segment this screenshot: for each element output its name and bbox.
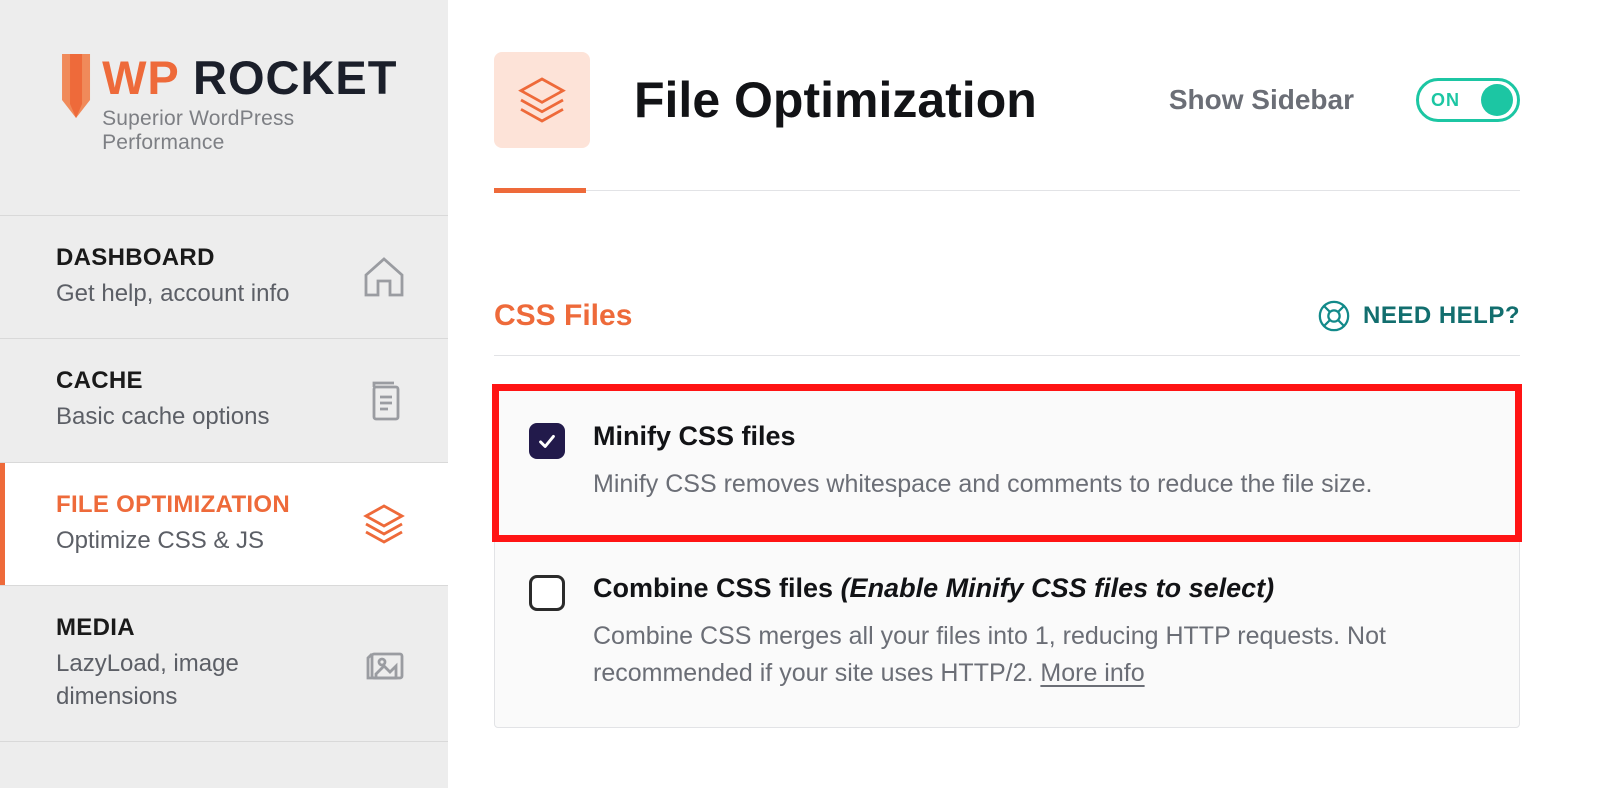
tab-divider (494, 190, 1520, 191)
rocket-logo-icon (56, 54, 96, 128)
logo-tagline: Superior WordPress Performance (102, 107, 408, 155)
sidebar-item-desc: Optimize CSS & JS (56, 525, 290, 557)
option-desc: Minify CSS removes whitespace and commen… (593, 466, 1373, 504)
section-title: CSS Files (494, 299, 632, 333)
more-info-link[interactable]: More info (1040, 659, 1144, 687)
option-title: Combine CSS files (Enable Minify CSS fil… (593, 573, 1479, 604)
option-minify-css: Minify CSS files Minify CSS removes whit… (495, 387, 1519, 539)
page-header-icon (494, 52, 590, 148)
sidebar-item-dashboard[interactable]: DASHBOARD Get help, account info (0, 215, 448, 338)
show-sidebar-toggle[interactable]: ON (1416, 78, 1520, 122)
sidebar-item-label: MEDIA (56, 614, 348, 642)
sidebar-item-label: CACHE (56, 367, 269, 395)
toggle-knob (1481, 84, 1513, 116)
document-copy-icon (360, 377, 408, 425)
sidebar-item-desc: Basic cache options (56, 401, 269, 433)
nav: DASHBOARD Get help, account info CACHE B… (0, 215, 448, 742)
lifebuoy-icon (1317, 299, 1351, 333)
need-help-link[interactable]: NEED HELP? (1317, 299, 1520, 333)
sidebar-item-desc: Get help, account info (56, 278, 289, 310)
css-options-panel: Minify CSS files Minify CSS removes whit… (494, 386, 1520, 728)
sidebar-item-label: FILE OPTIMIZATION (56, 491, 290, 519)
sidebar-item-cache[interactable]: CACHE Basic cache options (0, 338, 448, 461)
section-divider (494, 355, 1520, 356)
toggle-label: ON (1431, 90, 1473, 111)
tab-active-indicator (494, 188, 586, 193)
logo-area: WP ROCKET Superior WordPress Performance (0, 0, 448, 215)
check-icon (536, 430, 558, 452)
option-title: Minify CSS files (593, 421, 1373, 452)
option-combine-css: Combine CSS files (Enable Minify CSS fil… (495, 539, 1519, 727)
layers-icon (360, 500, 408, 548)
images-icon (360, 640, 408, 688)
combine-css-checkbox[interactable] (529, 575, 565, 611)
section-header: CSS Files NEED HELP? (494, 299, 1520, 333)
sidebar-item-file-optimization[interactable]: FILE OPTIMIZATION Optimize CSS & JS (0, 462, 448, 585)
minify-css-checkbox[interactable] (529, 423, 565, 459)
logo-text: WP ROCKET (102, 54, 408, 101)
sidebar: WP ROCKET Superior WordPress Performance… (0, 0, 448, 788)
layers-icon (514, 72, 570, 128)
sidebar-item-media[interactable]: MEDIA LazyLoad, image dimensions (0, 585, 448, 742)
sidebar-item-desc: LazyLoad, image dimensions (56, 648, 348, 713)
page-title: File Optimization (634, 71, 1125, 129)
need-help-label: NEED HELP? (1363, 302, 1520, 330)
sidebar-item-label: DASHBOARD (56, 244, 289, 272)
home-icon (360, 253, 408, 301)
show-sidebar-label: Show Sidebar (1169, 84, 1354, 116)
main-content: File Optimization Show Sidebar ON CSS Fi… (448, 0, 1606, 788)
option-desc: Combine CSS merges all your files into 1… (593, 618, 1479, 693)
page-header-row: File Optimization Show Sidebar ON (494, 52, 1520, 148)
